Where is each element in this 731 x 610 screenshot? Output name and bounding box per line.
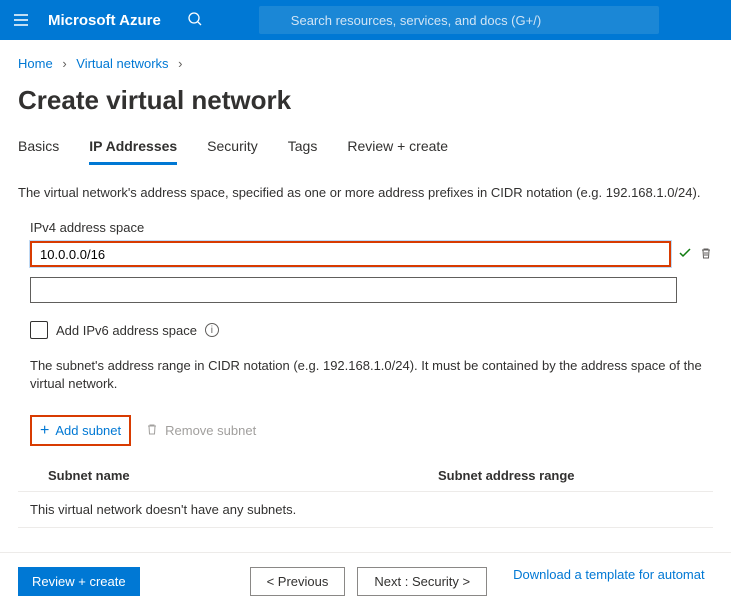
search-icon xyxy=(187,11,203,30)
add-subnet-label: Add subnet xyxy=(55,423,121,438)
checkmark-icon xyxy=(677,245,693,264)
search-wrap xyxy=(179,6,659,34)
hamburger-icon[interactable] xyxy=(12,11,30,29)
empty-table-message: This virtual network doesn't have any su… xyxy=(18,491,713,528)
add-subnet-button[interactable]: + Add subnet xyxy=(30,415,131,446)
breadcrumb-vnets[interactable]: Virtual networks xyxy=(76,56,168,71)
tab-ip-addresses[interactable]: IP Addresses xyxy=(89,138,177,165)
chevron-right-icon: › xyxy=(178,56,182,71)
column-subnet-name: Subnet name xyxy=(48,468,438,483)
ipv4-input-2[interactable] xyxy=(30,277,677,303)
tab-security[interactable]: Security xyxy=(207,138,258,165)
next-button[interactable]: Next : Security > xyxy=(357,567,487,596)
remove-subnet-button: Remove subnet xyxy=(145,422,256,439)
nav-buttons: < Previous Next : Security > Download a … xyxy=(250,567,705,596)
tab-tags[interactable]: Tags xyxy=(288,138,318,165)
breadcrumb-home[interactable]: Home xyxy=(18,56,53,71)
previous-button[interactable]: < Previous xyxy=(250,567,346,596)
brand-label: Microsoft Azure xyxy=(48,12,161,29)
top-bar: Microsoft Azure xyxy=(0,0,731,40)
ipv4-input-row-1 xyxy=(18,241,713,267)
tab-basics[interactable]: Basics xyxy=(18,138,59,165)
ipv4-input-row-2 xyxy=(18,277,713,303)
search-input[interactable] xyxy=(259,6,659,34)
footer-bar: Review + create < Previous Next : Securi… xyxy=(0,552,731,610)
subnet-actions: + Add subnet Remove subnet xyxy=(30,415,713,446)
remove-subnet-label: Remove subnet xyxy=(165,423,256,438)
ipv4-label: IPv4 address space xyxy=(18,220,713,235)
ipv6-checkbox-label: Add IPv6 address space xyxy=(56,323,197,338)
plus-icon: + xyxy=(40,424,49,438)
tab-bar: Basics IP Addresses Security Tags Review… xyxy=(18,138,713,166)
ipv4-input-1[interactable] xyxy=(30,241,671,267)
subnet-table-header: Subnet name Subnet address range xyxy=(18,460,713,491)
ipv6-checkbox[interactable] xyxy=(30,321,48,339)
trash-icon[interactable] xyxy=(699,246,713,263)
trash-icon xyxy=(145,422,159,439)
ip-description: The virtual network's address space, spe… xyxy=(18,184,713,202)
page-title: Create virtual network xyxy=(18,85,713,116)
content-area: Home › Virtual networks › Create virtual… xyxy=(0,40,731,528)
chevron-right-icon: › xyxy=(62,56,66,71)
tab-review[interactable]: Review + create xyxy=(347,138,448,165)
info-icon[interactable]: i xyxy=(205,323,219,337)
subnet-description: The subnet's address range in CIDR notat… xyxy=(18,357,713,393)
review-create-button[interactable]: Review + create xyxy=(18,567,140,596)
download-template-link[interactable]: Download a template for automat xyxy=(513,567,705,596)
ipv6-checkbox-row: Add IPv6 address space i xyxy=(18,321,713,339)
column-subnet-range: Subnet address range xyxy=(438,468,701,483)
breadcrumb: Home › Virtual networks › xyxy=(18,50,713,85)
